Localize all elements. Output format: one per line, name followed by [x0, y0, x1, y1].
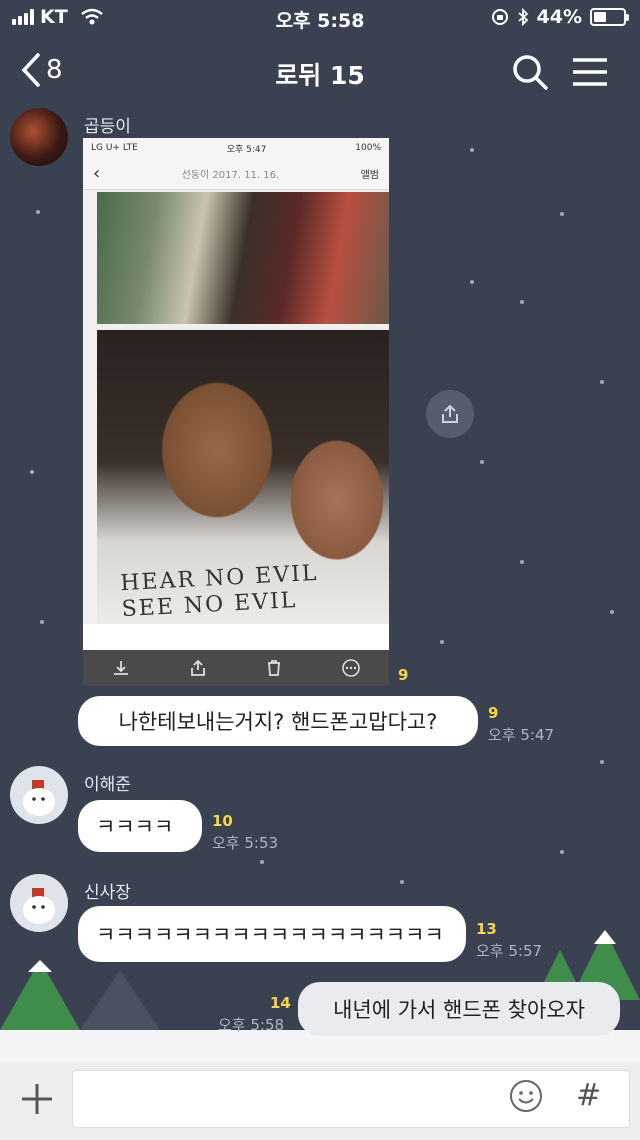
- avatar-sinsajang[interactable]: [10, 874, 68, 932]
- message-bubble[interactable]: 나한테보내는거지? 핸드폰고맙다고?: [78, 696, 478, 746]
- sender-name: 신사장: [84, 883, 131, 903]
- input-bar: #: [0, 1062, 640, 1140]
- emoji-icon[interactable]: [508, 1078, 544, 1114]
- ghost-avatar-icon: [23, 888, 55, 924]
- plus-icon[interactable]: [18, 1080, 56, 1118]
- message-bubble[interactable]: ㅋㅋㅋㅋ: [78, 800, 202, 852]
- battery-percent: 44%: [536, 6, 582, 28]
- trash-icon: [263, 657, 285, 679]
- screenshot-nav-title: 선둥이 2017. 11. 16.: [181, 170, 280, 181]
- screenshot-toolbar: [83, 650, 389, 686]
- screenshot-album-label: 앨범: [360, 170, 379, 181]
- screenshot-status-bar: LG U+ LTE 오후 5:47 100%: [83, 138, 389, 158]
- screenshot-battery: 100%: [355, 143, 381, 153]
- menu-icon[interactable]: [570, 52, 610, 92]
- sender-name: 곱등이: [84, 117, 131, 137]
- search-icon[interactable]: [510, 52, 550, 92]
- message-input[interactable]: [72, 1070, 630, 1128]
- shirt-text: HEAR NO EVIL SEE NO EVIL: [120, 561, 321, 623]
- avatar-gopdeungi[interactable]: [10, 108, 68, 166]
- share-button[interactable]: [426, 390, 474, 438]
- share-icon: [442, 404, 458, 423]
- unread-count: 9: [488, 704, 499, 722]
- screenshot-time: 오후 5:47: [226, 144, 267, 155]
- ghost-avatar-icon: [23, 780, 55, 816]
- orientation-lock-icon: [491, 9, 508, 25]
- bluetooth-icon: [517, 8, 528, 26]
- share-icon: [187, 657, 209, 679]
- hash-search-button[interactable]: #: [576, 1078, 601, 1113]
- photo-thumbnail-top: [97, 192, 389, 324]
- screenshot-back-icon: ‹: [93, 163, 101, 184]
- avatar-ihaejun[interactable]: [10, 766, 68, 824]
- chat-header: 8 로뒤 15: [0, 40, 640, 104]
- message-time: 오후 5:53: [212, 834, 279, 852]
- message-time: 오후 5:47: [488, 726, 555, 744]
- battery-icon: [590, 8, 629, 26]
- photo-white-strip: [83, 624, 389, 650]
- download-icon: [110, 657, 132, 679]
- more-icon: [340, 657, 362, 679]
- screenshot-nav: ‹ 선둥이 2017. 11. 16. 앨범: [83, 158, 389, 190]
- message-time: 오후 5:58: [218, 1016, 285, 1034]
- screenshot-carrier: LG U+ LTE: [91, 143, 138, 153]
- status-bar: KT 오후 5:58 44%: [0, 0, 640, 36]
- unread-count: 9: [398, 666, 409, 684]
- unread-count: 10: [212, 812, 233, 830]
- image-message[interactable]: LG U+ LTE 오후 5:47 100% ‹ 선둥이 2017. 11. 1…: [83, 138, 389, 686]
- photo-main: HEAR NO EVIL SEE NO EVIL: [97, 330, 389, 624]
- my-message-bubble[interactable]: 내년에 가서 핸드폰 찾아오자: [298, 982, 620, 1036]
- unread-count: 14: [270, 994, 291, 1012]
- sender-name: 이해준: [84, 775, 131, 795]
